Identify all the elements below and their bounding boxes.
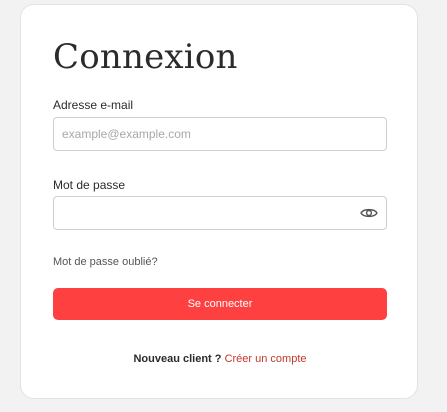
password-label: Mot de passe xyxy=(53,178,126,192)
login-card: Connexion Adresse e-mail Mot de passe Mo… xyxy=(20,4,418,399)
page-title: Connexion xyxy=(53,37,238,77)
email-label: Adresse e-mail xyxy=(53,98,134,112)
forgot-password-link[interactable]: Mot de passe oublié? xyxy=(53,255,158,269)
signup-row: Nouveau client ? Créer un compte xyxy=(21,352,419,366)
email-field[interactable] xyxy=(53,117,387,151)
create-account-link[interactable]: Créer un compte xyxy=(225,353,307,365)
eye-icon-glyph xyxy=(360,208,378,218)
password-field[interactable] xyxy=(53,196,387,230)
login-button[interactable]: Se connecter xyxy=(53,288,387,320)
eye-icon[interactable] xyxy=(357,205,381,221)
new-client-prompt: Nouveau client ? xyxy=(133,353,222,365)
